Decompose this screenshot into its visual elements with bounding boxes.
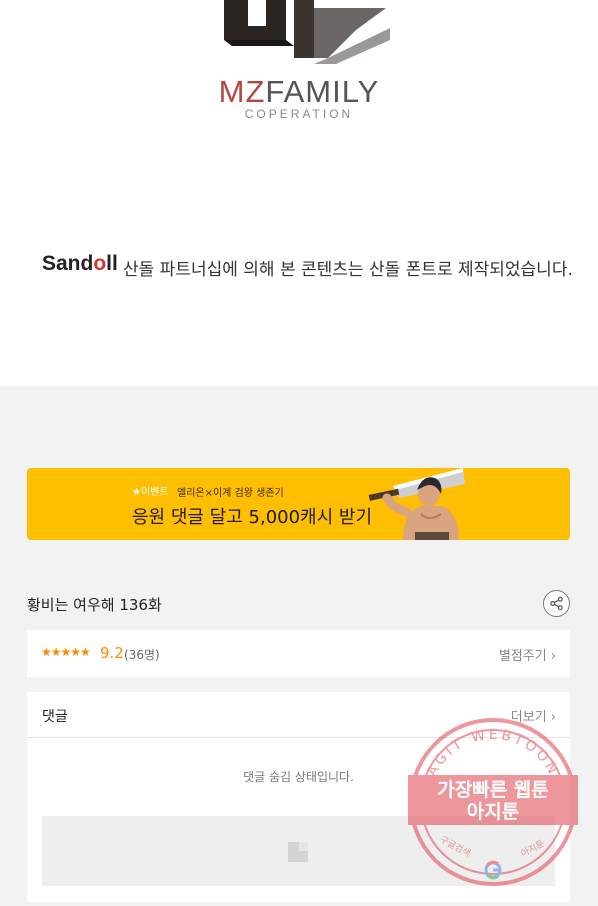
google-icon <box>484 860 502 880</box>
rating-section: ★★★★★ 9.2 (36명) 별점주기 › <box>27 630 570 677</box>
sandoll-logo: Sandoll <box>42 252 118 276</box>
event-tag: ★이벤트 <box>132 487 169 498</box>
brand-family: FAMILY <box>265 74 380 109</box>
image-placeholder-icon <box>288 842 308 862</box>
rating-stars: ★★★★★ <box>41 645 91 659</box>
share-button[interactable] <box>543 590 570 617</box>
event-title: 응원 댓글 달고 5,000캐시 받기 <box>132 507 373 528</box>
agit-webtoon-watermark: AGIT WEBTOON 가장빠른 웹툰 아지툰 구글검색 아지툰 <box>408 718 578 886</box>
watermark-line2: 아지툰 <box>467 801 519 823</box>
sandoll-prefix: Sand <box>42 252 94 275</box>
rate-button[interactable]: 별점주기 › <box>499 645 556 664</box>
swordsman-illustration-icon <box>368 468 465 540</box>
share-icon <box>550 596 563 611</box>
comments-title: 댓글 <box>42 709 68 725</box>
brand-mz: MZ <box>218 74 266 109</box>
watermark-bottom-right: 아지툰 <box>519 838 546 859</box>
rating-count: (36명) <box>124 648 160 662</box>
brand-subtitle: COPERATION <box>244 107 354 121</box>
brand-name: MZFAMILY <box>0 74 598 110</box>
sandoll-o: o <box>93 252 107 275</box>
rating-score: 9.2 <box>100 644 124 662</box>
watermark-bottom-left: 구글검색 <box>438 833 473 859</box>
mz-family-logo-icon <box>224 0 390 64</box>
sandoll-suffix: ll <box>106 252 118 275</box>
episode-title: 황비는 여우해 136화 <box>27 596 162 614</box>
event-banner[interactable]: ★이벤트 엘리온×이계 검왕 생존기 응원 댓글 달고 5,000캐시 받기 <box>27 468 570 540</box>
watermark-line1: 가장빠른 웹툰 <box>437 779 549 801</box>
font-credit-text: 산돌 파트너십에 의해 본 콘텐츠는 산돌 폰트로 제작되었습니다. <box>123 260 573 280</box>
event-subtitle: 엘리온×이계 검왕 생존기 <box>177 488 284 499</box>
creator-credit-section: MZFAMILY COPERATION Sandoll 산돌 파트너십에 의해 … <box>0 0 598 386</box>
